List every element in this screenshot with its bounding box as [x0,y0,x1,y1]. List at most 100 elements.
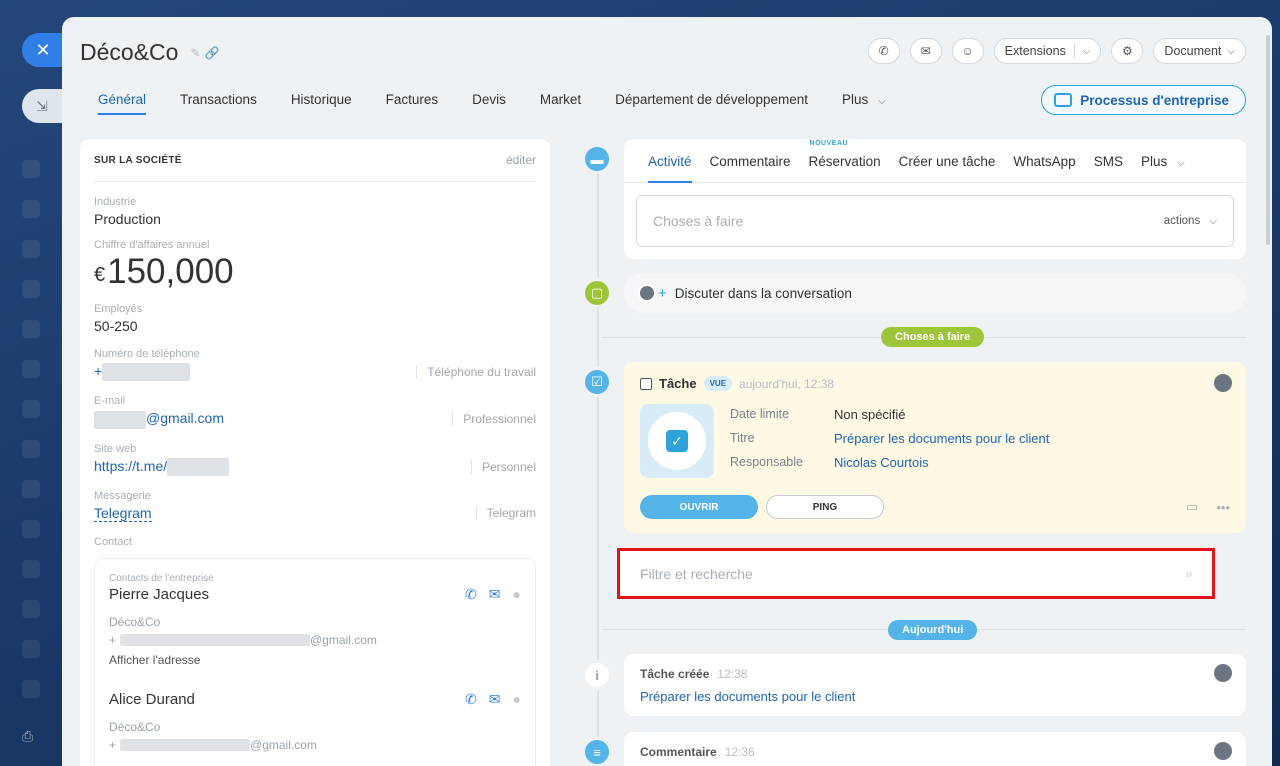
employees-value: 50-250 [94,318,138,334]
more-icon[interactable]: ••• [1216,500,1230,515]
task-card: Tâche VUE aujourd'hui, 12:38 ✓ Date limi… [624,362,1246,533]
avatar[interactable] [1214,374,1232,392]
rail-icon[interactable] [22,520,40,538]
tab-plus-activity[interactable]: Plus ⌵ [1141,154,1185,182]
printer-icon[interactable]: ⎙ [22,728,40,744]
filter-search-input[interactable]: Filtre et recherche ⌕ [623,554,1209,593]
task-tools: ▭ ••• [1186,499,1230,515]
company-info-title: SUR LA SOCIÉTÉ [94,154,182,166]
contact-phone-email: + @gmail.com [109,738,521,752]
currency-symbol: € [94,264,106,286]
edit-link[interactable]: éditer [506,153,536,167]
chat-button[interactable]: ☺ [951,38,984,64]
chat-row[interactable]: + Discuter dans la conversation [624,273,1246,313]
email-link[interactable]: @gmail.com [94,410,224,429]
tab-market[interactable]: Market [540,92,581,115]
website-link[interactable]: https://t.me/ [94,458,230,476]
website-label: Site web [94,442,137,455]
rail-icon[interactable] [22,200,40,218]
rail-icon[interactable] [22,680,40,698]
envelope-icon[interactable]: ✉ [489,586,501,603]
rail-icon[interactable] [22,400,40,418]
todo-input[interactable]: Choses à faire actions ⌵ [636,195,1234,247]
phone-icon[interactable]: ✆ [465,691,477,708]
plus-icon[interactable]: + [658,285,667,302]
revenue-value: €150,000 [94,254,536,289]
rail-icon[interactable] [22,600,40,618]
note-icon[interactable]: ▭ [1186,499,1198,515]
tab-sms[interactable]: SMS [1094,154,1123,182]
tab-plus[interactable]: Plus ⌵ [842,92,886,115]
pencil-icon[interactable]: ✎ [190,46,204,60]
website-field: Site web https://t.me/ Personnel [94,443,536,476]
avatar[interactable] [1214,664,1232,682]
rail-icon[interactable] [22,440,40,458]
show-address-link[interactable]: Afficher l'adresse [109,653,521,667]
rail-icon[interactable] [22,320,40,338]
deadline-value: Non spécifié [834,407,906,422]
chevron-down-icon: ⌵ [1176,158,1185,169]
responsible-link[interactable]: Nicolas Courtois [834,455,1049,470]
minimize-button[interactable]: ⇲ [22,89,66,123]
contact-company: Déco&Co [109,614,161,629]
chat-icon[interactable]: ● [513,586,521,602]
task-details: Date limite Non spécifié Titre Préparer … [730,407,1049,470]
task-checkbox[interactable] [640,377,652,390]
search-icon[interactable]: ⌕ [1186,566,1193,582]
rail-icon[interactable] [22,360,40,378]
revenue-amount: 150,000 [107,252,234,291]
actions-dropdown[interactable]: actions ⌵ [1164,215,1217,227]
rail-icon[interactable] [22,640,40,658]
tab-reservation[interactable]: NOUVEAU Réservation [809,140,881,182]
document-button[interactable]: Document ⌵ [1153,38,1246,64]
tab-whatsapp[interactable]: WhatsApp [1013,154,1075,182]
messenger-label: Messagerie [94,489,151,502]
ping-button[interactable]: PING [766,495,884,519]
contact-name[interactable]: Alice Durand [109,691,195,708]
info-icon: i [582,660,612,690]
scrollbar[interactable] [1266,35,1270,245]
task-name-link[interactable]: Préparer les documents pour le client [834,431,1049,446]
extensions-button[interactable]: Extensions ⌵ [993,38,1102,64]
open-button[interactable]: OUVRIR [640,495,758,519]
rail-icon[interactable] [22,480,40,498]
company-panel: Déco&Co ✎🔗 ✆ ✉ ☺ Extensions ⌵ ⚙ Document… [62,17,1272,766]
settings-button[interactable]: ⚙ [1111,38,1144,64]
avatar[interactable] [1214,742,1232,760]
history-title: Commentaire [640,745,717,759]
tab-general[interactable]: Général [98,92,147,115]
phone-link[interactable]: + [94,363,191,382]
rail-icon[interactable] [22,160,40,178]
history-link[interactable]: Préparer les documents pour le client [640,689,855,704]
task-buttons: OUVRIR PING [640,495,884,519]
edit-title-icons[interactable]: ✎🔗 [190,46,223,60]
rail-icon[interactable] [22,240,40,258]
contact-name[interactable]: Pierre Jacques [109,586,209,603]
chevron-down-icon[interactable]: ⌵ [1083,46,1091,57]
call-button[interactable]: ✆ [867,38,900,64]
phone-field: Numéro de téléphone + Téléphone du trava… [94,348,536,382]
phone-icon[interactable]: ✆ [465,586,477,603]
tab-historique[interactable]: Historique [291,92,352,115]
tab-departement[interactable]: Département de développement [615,92,808,115]
tab-devis[interactable]: Devis [472,92,506,115]
tab-activite[interactable]: Activité [648,154,692,183]
history-item: Tâche créée 12:38 Préparer les documents… [624,654,1246,716]
business-process-button[interactable]: Processus d'entreprise [1041,85,1246,115]
envelope-icon[interactable]: ✉ [489,691,501,708]
rail-icon[interactable] [22,560,40,578]
link-icon[interactable]: 🔗 [205,46,224,60]
chat-icon[interactable]: ● [513,691,521,707]
tab-transactions[interactable]: Transactions [180,92,257,115]
history-title: Tâche créée [640,667,710,681]
tab-creer-tache[interactable]: Créer une tâche [899,154,996,182]
messenger-link[interactable]: Telegram [94,505,152,522]
main-tabs: Général Transactions Historique Factures… [98,92,886,115]
industry-value: Production [94,211,161,227]
tab-commentaire[interactable]: Commentaire [710,154,791,182]
tab-factures[interactable]: Factures [386,92,439,115]
activity-icon: ▬ [582,144,612,174]
rail-icon[interactable] [22,280,40,298]
email-button[interactable]: ✉ [909,38,942,64]
phone-label: Numéro de téléphone [94,348,200,360]
